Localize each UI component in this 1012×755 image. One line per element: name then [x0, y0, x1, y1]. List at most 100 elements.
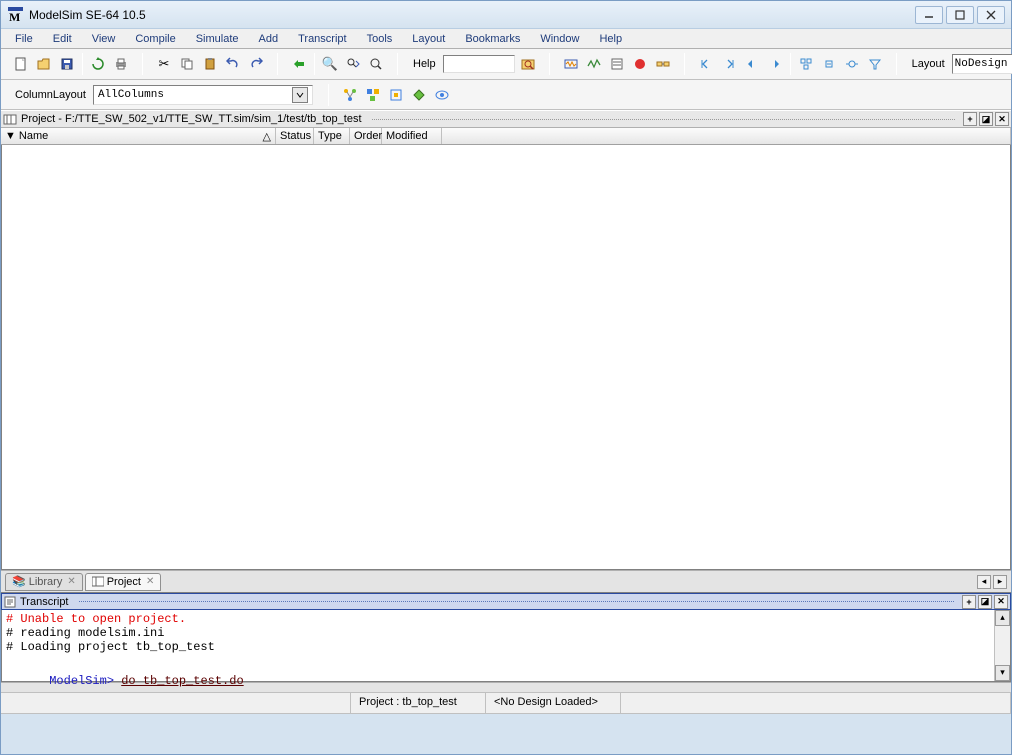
- locals-icon[interactable]: [409, 85, 429, 105]
- library-icon: 📚: [12, 575, 26, 588]
- find-next-icon[interactable]: [343, 54, 363, 74]
- cursor-extra1-icon[interactable]: [742, 54, 762, 74]
- undo-icon[interactable]: [223, 54, 243, 74]
- paste-icon[interactable]: [200, 54, 220, 74]
- cut-icon[interactable]: ✂: [154, 54, 174, 74]
- copy-icon[interactable]: [177, 54, 197, 74]
- menu-file[interactable]: File: [7, 31, 41, 47]
- tabs-scroll-left[interactable]: ◂: [977, 575, 991, 589]
- column-layout-value: AllColumns: [98, 89, 164, 101]
- transcript-header: Transcript + ◪ ✕: [1, 593, 1011, 610]
- menu-bookmarks[interactable]: Bookmarks: [457, 31, 528, 47]
- chevron-down-icon: [292, 87, 308, 103]
- compile-icon[interactable]: [289, 54, 309, 74]
- layout-select[interactable]: NoDesign ▾: [952, 54, 1012, 74]
- transcript-command[interactable]: do tb_top_test.do: [121, 674, 243, 688]
- panel-dock-button[interactable]: ◪: [978, 595, 992, 609]
- zoom-icon[interactable]: [366, 54, 386, 74]
- menu-transcript[interactable]: Transcript: [290, 31, 355, 47]
- transcript-body[interactable]: # Unable to open project.# reading model…: [1, 610, 1011, 682]
- project-panel-header: Project - F:/TTE_SW_502_v1/TTE_SW_TT.sim…: [1, 110, 1011, 128]
- toolbar-row-1: ✂ 🔍 Help Layout: [1, 49, 1011, 80]
- menu-add[interactable]: Add: [251, 31, 287, 47]
- column-layout-label: ColumnLayout: [5, 89, 90, 101]
- objects-icon[interactable]: [363, 85, 383, 105]
- toggle-leaf-icon[interactable]: [842, 54, 862, 74]
- new-file-icon[interactable]: [11, 54, 31, 74]
- menu-view[interactable]: View: [84, 31, 124, 47]
- break-icon[interactable]: [630, 54, 650, 74]
- project-panel: Project - F:/TTE_SW_502_v1/TTE_SW_TT.sim…: [1, 110, 1011, 570]
- menu-tools[interactable]: Tools: [359, 31, 401, 47]
- transcript-line: # Unable to open project.: [6, 612, 1006, 626]
- transcript-scrollbar[interactable]: ▴ ▾: [994, 610, 1010, 681]
- column-name[interactable]: ▼ Name△: [1, 128, 276, 144]
- close-icon[interactable]: ✕: [67, 576, 75, 587]
- column-layout-select[interactable]: AllColumns: [93, 85, 313, 105]
- redo-icon[interactable]: [246, 54, 266, 74]
- column-modified[interactable]: Modified: [382, 128, 442, 144]
- column-status[interactable]: Status: [276, 128, 314, 144]
- watch-icon[interactable]: [432, 85, 452, 105]
- transcript-title: Transcript: [16, 596, 73, 608]
- menu-compile[interactable]: Compile: [127, 31, 183, 47]
- refresh-icon[interactable]: [88, 54, 108, 74]
- panel-add-button[interactable]: +: [963, 112, 977, 126]
- panel-close-button[interactable]: ✕: [995, 112, 1009, 126]
- toolbar-row-2: ColumnLayout AllColumns: [1, 80, 1011, 110]
- tab-library[interactable]: 📚 Library ✕: [5, 573, 83, 591]
- help-go-icon[interactable]: [518, 54, 538, 74]
- window-title: ModelSim SE-64 10.5: [29, 8, 146, 22]
- project-icon: [92, 576, 104, 587]
- filter-icon[interactable]: [865, 54, 885, 74]
- column-type[interactable]: Type: [314, 128, 350, 144]
- dataflow-icon[interactable]: [653, 54, 673, 74]
- svg-text:M: M: [9, 10, 20, 22]
- cursor-extra2-icon[interactable]: [765, 54, 785, 74]
- menu-simulate[interactable]: Simulate: [188, 31, 247, 47]
- menu-help[interactable]: Help: [591, 31, 630, 47]
- layout-select-value: NoDesign: [955, 58, 1008, 70]
- layout-label: Layout: [908, 58, 949, 70]
- collapse-all-icon[interactable]: [819, 54, 839, 74]
- wave-tool-icon[interactable]: [584, 54, 604, 74]
- help-label: Help: [409, 58, 440, 70]
- list-window-icon[interactable]: [607, 54, 627, 74]
- panel-add-button[interactable]: +: [962, 595, 976, 609]
- cursor-prev-icon[interactable]: [696, 54, 716, 74]
- tab-project-label: Project: [107, 576, 141, 588]
- open-file-icon[interactable]: [34, 54, 54, 74]
- help-input[interactable]: [443, 55, 515, 73]
- transcript-prompt: ModelSim>: [49, 674, 114, 688]
- tabs-scroll-right[interactable]: ▸: [993, 575, 1007, 589]
- close-button[interactable]: [977, 6, 1005, 24]
- transcript-icon: [4, 596, 16, 608]
- column-spacer: [442, 128, 1011, 144]
- menubar: File Edit View Compile Simulate Add Tran…: [1, 29, 1011, 49]
- scroll-up-icon[interactable]: ▴: [995, 610, 1010, 626]
- panel-close-button[interactable]: ✕: [994, 595, 1008, 609]
- tab-library-label: Library: [29, 576, 63, 588]
- minimize-button[interactable]: [915, 6, 943, 24]
- find-icon[interactable]: 🔍: [320, 54, 340, 74]
- scroll-down-icon[interactable]: ▾: [995, 665, 1010, 681]
- maximize-button[interactable]: [946, 6, 974, 24]
- transcript-panel: Transcript + ◪ ✕ # Unable to open projec…: [1, 592, 1011, 682]
- close-icon[interactable]: ✕: [146, 576, 154, 587]
- print-icon[interactable]: [111, 54, 131, 74]
- menu-edit[interactable]: Edit: [45, 31, 80, 47]
- menu-window[interactable]: Window: [532, 31, 587, 47]
- tab-project[interactable]: Project ✕: [85, 573, 162, 591]
- panel-dock-button[interactable]: ◪: [979, 112, 993, 126]
- menu-layout[interactable]: Layout: [404, 31, 453, 47]
- transcript-line: # reading modelsim.ini: [6, 626, 1006, 640]
- save-icon[interactable]: [57, 54, 77, 74]
- column-order[interactable]: Order: [350, 128, 382, 144]
- processes-icon[interactable]: [386, 85, 406, 105]
- wave-add-icon[interactable]: [561, 54, 581, 74]
- project-columns: ▼ Name△ Status Type Order Modified: [1, 128, 1011, 145]
- structure-icon[interactable]: [340, 85, 360, 105]
- cursor-next-icon[interactable]: [719, 54, 739, 74]
- project-body[interactable]: [1, 145, 1011, 570]
- expand-all-icon[interactable]: [796, 54, 816, 74]
